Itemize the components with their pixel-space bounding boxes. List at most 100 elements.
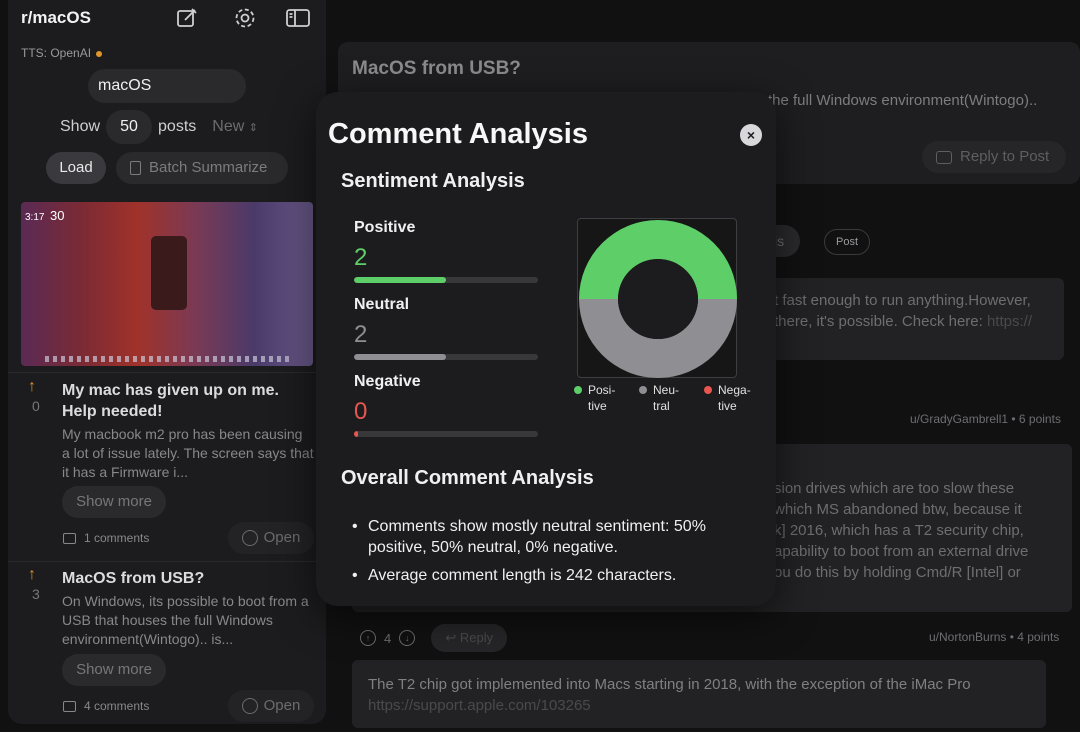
- neutral-value: 2: [354, 321, 368, 348]
- comment-text: t fast enough to run anything.However,: [774, 292, 1031, 309]
- tts-status-dot: [96, 50, 103, 57]
- load-button[interactable]: Load: [46, 152, 106, 184]
- comments-link[interactable]: 4 comments: [63, 699, 149, 713]
- thumbnail-phone-shape: [151, 236, 187, 310]
- batch-summarize-label: Batch Summarize: [149, 159, 268, 176]
- negative-bar-fill: [354, 431, 358, 437]
- comment-vote-count: 4: [384, 630, 392, 646]
- compass-icon: [241, 698, 258, 714]
- post-count-input[interactable]: 50: [106, 110, 153, 144]
- sentiment-chart: [577, 218, 737, 378]
- open-label: Open: [263, 697, 301, 714]
- comments-count: 4 comments: [84, 699, 150, 713]
- legend-item-negative[interactable]: Nega-tive: [704, 382, 754, 414]
- upvote-icon[interactable]: ↑: [28, 378, 36, 396]
- comment-text: sion drives which are too slow these: [774, 480, 1015, 497]
- downvote-icon[interactable]: ↓: [399, 630, 416, 646]
- legend-dot: [704, 386, 712, 394]
- comment-vote-row: ↑ 4 ↓ ↩ Reply: [360, 624, 508, 652]
- comment-text-fragment: there, it's possible. Check here:: [774, 313, 987, 330]
- post-separator: [8, 561, 326, 562]
- comment-author[interactable]: u/NortonBurns • 4 points: [929, 630, 1059, 644]
- legend-label: Neu-tral: [653, 383, 680, 413]
- post-title[interactable]: My mac has given up on me. Help needed!: [62, 380, 312, 422]
- compass-icon: [241, 530, 258, 546]
- comment-text: k] 2016, which has a T2 security chip,: [774, 522, 1024, 539]
- chart-legend: Posi-tive Neu-tral Nega-tive: [574, 382, 754, 414]
- overall-section-title: Overall Comment Analysis: [341, 467, 594, 489]
- sidebar-toggle-icon[interactable]: [285, 6, 311, 30]
- tts-label: TTS: OpenAI: [21, 46, 92, 60]
- thumbnail-dock-shape: [45, 356, 289, 362]
- reply-arrow-icon: ↩: [445, 630, 457, 645]
- comment-text: ou do this by holding Cmd/R [Intel] or: [774, 564, 1021, 581]
- show-more-button[interactable]: Show more: [62, 486, 166, 518]
- comments-count: 1 comments: [84, 531, 150, 545]
- post-detail-title: MacOS from USB?: [352, 58, 521, 79]
- upvote-icon[interactable]: ↑: [360, 630, 376, 646]
- open-label: Open: [263, 529, 301, 546]
- subreddit-input[interactable]: macOS: [88, 69, 246, 103]
- comment-text: which MS abandoned btw, because it: [774, 501, 1022, 518]
- post-sort-pill[interactable]: Post: [824, 229, 870, 255]
- neutral-label: Neutral: [354, 296, 410, 313]
- show-more-button[interactable]: Show more: [62, 654, 166, 686]
- gear-icon[interactable]: [233, 6, 257, 30]
- legend-label: Nega-tive: [718, 383, 751, 413]
- post-title[interactable]: MacOS from USB?: [62, 568, 312, 589]
- upvote-icon[interactable]: ↑: [28, 566, 36, 584]
- comment-text-line: there, it's possible. Check here: https:…: [774, 311, 1032, 332]
- positive-bar-fill: [354, 277, 446, 283]
- compose-icon[interactable]: [175, 6, 199, 30]
- comment-icon: [63, 532, 76, 544]
- post-score: 0: [32, 398, 40, 414]
- comment-icon: [63, 700, 76, 712]
- modal-title: Comment Analysis: [328, 118, 588, 150]
- legend-item-positive[interactable]: Posi-tive: [574, 382, 624, 414]
- negative-value: 0: [354, 398, 368, 425]
- positive-bar: [354, 277, 538, 283]
- thumbnail-time: 3:17 30: [25, 208, 65, 223]
- comment-analysis-modal: Comment Analysis × Sentiment Analysis Po…: [316, 92, 776, 606]
- sort-value: New: [212, 118, 245, 135]
- overall-analysis-list: Comments show mostly neutral sentiment: …: [352, 516, 752, 593]
- comment-author[interactable]: u/GradyGambrell1 • 6 points: [910, 412, 1061, 426]
- post-body: My macbook m2 pro has been causing a lot…: [62, 426, 314, 480]
- legend-item-neutral[interactable]: Neu-tral: [639, 382, 689, 414]
- subreddit-title: r/macOS: [21, 8, 91, 27]
- neutral-bar: [354, 354, 538, 360]
- positive-label: Positive: [354, 219, 416, 236]
- comment-text: apability to boot from an external drive: [774, 543, 1029, 560]
- post-score: 3: [32, 586, 40, 602]
- comment-text-fragment: The T2 chip got implemented into Macs st…: [368, 676, 971, 693]
- comment-link[interactable]: https://support.apple.com/103265: [368, 697, 591, 714]
- legend-dot: [574, 386, 582, 394]
- open-button[interactable]: Open: [228, 522, 314, 554]
- post-separator: [8, 372, 326, 373]
- overall-point: Average comment length is 242 characters…: [352, 565, 752, 586]
- sidebar: r/macOS TTS: OpenAI macOS Show 50 posts …: [8, 0, 326, 724]
- legend-label: Posi-tive: [588, 383, 616, 413]
- post-body: On Windows, its possible to boot from a …: [62, 593, 309, 647]
- post-detail-text: the full Windows environment(Wintogo)..: [768, 92, 1038, 109]
- post-thumbnail[interactable]: 3:17 30: [21, 202, 313, 366]
- open-button[interactable]: Open: [228, 690, 314, 722]
- posts-label: posts: [158, 118, 197, 135]
- close-button[interactable]: ×: [740, 124, 762, 146]
- sort-select[interactable]: New ⇕: [212, 118, 258, 136]
- neutral-bar-fill: [354, 354, 446, 360]
- batch-summarize-button[interactable]: Batch Summarize: [116, 152, 288, 184]
- negative-label: Negative: [354, 373, 421, 390]
- show-label: Show: [60, 118, 101, 135]
- positive-value: 2: [354, 244, 368, 271]
- thumbnail-time-text: 3:17: [25, 212, 45, 223]
- comment-text: The T2 chip got implemented into Macs st…: [368, 674, 1008, 716]
- reply-button[interactable]: ↩ Reply: [431, 624, 508, 652]
- sentiment-section-title: Sentiment Analysis: [341, 170, 525, 192]
- document-icon: [130, 161, 141, 175]
- comment-link[interactable]: https://: [987, 313, 1032, 330]
- comments-link[interactable]: 1 comments: [63, 531, 149, 545]
- thumbnail-date-text: 30: [50, 208, 65, 223]
- reply-to-post-label: Reply to Post: [960, 148, 1050, 165]
- reply-to-post-button[interactable]: Reply to Post: [922, 141, 1066, 173]
